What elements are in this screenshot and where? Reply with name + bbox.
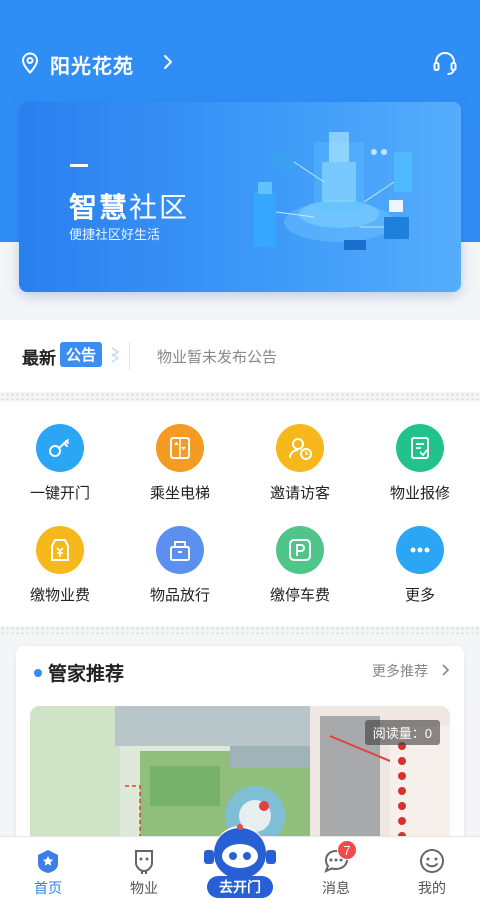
tab-label: 消息 (322, 880, 350, 896)
more-recommendations-link[interactable]: 更多推荐 (372, 661, 428, 681)
repair-icon (396, 424, 444, 472)
more-icon (396, 526, 444, 574)
location-pin-icon[interactable] (20, 52, 40, 74)
banner-subtitle: 便捷社区好生活 (69, 227, 161, 242)
banner-title: 智慧社区 (69, 192, 190, 223)
tab-label: 首页 (34, 880, 62, 896)
elevator-icon (156, 424, 204, 472)
profile-icon (420, 849, 444, 873)
banner-dash (70, 164, 88, 167)
tab-property[interactable]: 物业 (96, 837, 192, 902)
property-icon (135, 850, 153, 874)
header-bar: 阳光花苑 (0, 40, 480, 86)
notice-decoration-icon (111, 347, 120, 363)
service-item-item-release[interactable]: 物品放行 (130, 526, 230, 605)
service-label: 更多 (404, 587, 435, 604)
dotted-divider (0, 392, 480, 400)
service-label: 物业报修 (389, 485, 450, 502)
chevron-right-icon[interactable] (160, 53, 176, 71)
chevron-right-icon[interactable] (440, 663, 450, 677)
service-label: 缴物业费 (29, 587, 90, 604)
service-label: 物品放行 (149, 587, 210, 604)
read-count-badge: 阅读量：0 (364, 720, 440, 745)
service-item-more[interactable]: 更多 (370, 526, 470, 605)
tab-profile[interactable]: 我的 (384, 837, 480, 902)
service-item-open-door[interactable]: 一键开门 (10, 424, 110, 503)
dotted-divider (0, 626, 480, 634)
service-item-parking-fee[interactable]: 缴停车费 (250, 526, 350, 605)
key-icon (36, 424, 84, 472)
service-item-elevator[interactable]: 乘坐电梯 (130, 424, 230, 503)
service-label: 邀请访客 (269, 485, 330, 502)
recommendation-title: 管家推荐 (48, 664, 125, 685)
service-item-repair[interactable]: 物业报修 (370, 424, 470, 503)
tab-label: 物业 (130, 880, 158, 896)
announcement-bar[interactable]: 最新 公告 物业暂未发布公告 (0, 320, 480, 392)
tab-label: 我的 (418, 880, 446, 896)
notice-text: 物业暂未发布公告 (157, 349, 278, 366)
smart-city-illustration (254, 132, 412, 250)
tab-home[interactable]: 首页 (0, 837, 96, 902)
notice-separator (129, 342, 130, 370)
tab-messages[interactable]: 消息 (288, 837, 384, 902)
service-item-property-fee[interactable]: 缴物业费 (10, 526, 110, 605)
smart-community-banner[interactable]: 智慧社区 便捷社区好生活 (19, 102, 461, 292)
open-door-button[interactable]: 去开门 (207, 876, 273, 898)
service-grid: 一键开门 乘坐电梯 邀请访客 物业报修 缴物业费 物品放行 缴停车费 更多 (0, 402, 480, 626)
parking-fee-icon (276, 526, 324, 574)
customer-service-headset-icon[interactable] (432, 50, 458, 76)
service-label: 一键开门 (29, 485, 90, 502)
property-fee-icon (36, 526, 84, 574)
message-count-badge: 7 (337, 840, 357, 860)
service-label: 乘坐电梯 (149, 485, 210, 502)
notice-label-new: 最新 (22, 349, 56, 368)
notice-label-badge: 公告 (60, 342, 103, 367)
visitor-icon (276, 424, 324, 472)
item-release-icon (156, 526, 204, 574)
section-dot (34, 669, 42, 677)
service-label: 缴停车费 (269, 587, 330, 604)
service-item-invite-visitor[interactable]: 邀请访客 (250, 424, 350, 503)
home-icon (38, 850, 58, 873)
community-name[interactable]: 阳光花苑 (50, 50, 134, 79)
